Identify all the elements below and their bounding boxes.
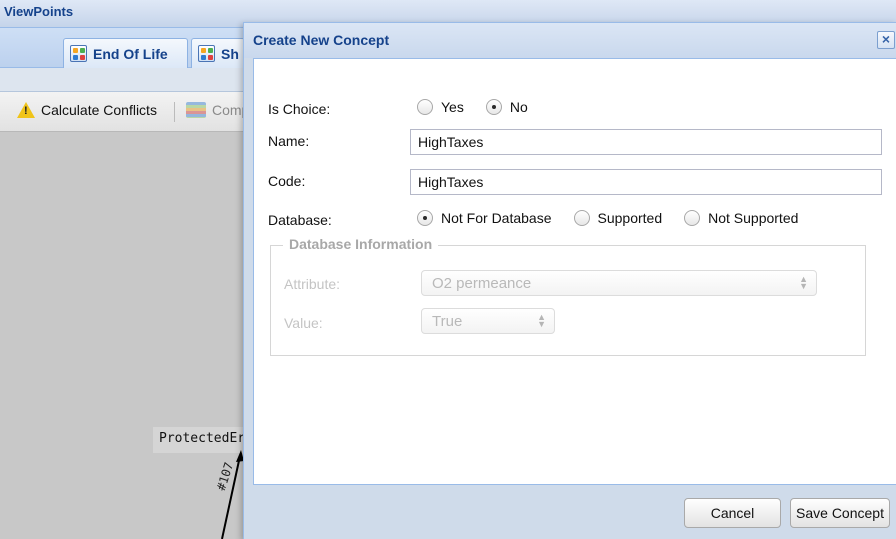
is-choice-label: Is Choice:	[268, 101, 331, 117]
close-icon[interactable]: ×	[877, 31, 895, 49]
panel-title: ViewPoints	[4, 4, 74, 19]
dialog-header[interactable]: Create New Concept ×	[244, 23, 896, 58]
name-label: Name:	[268, 133, 310, 149]
dialog-title: Create New Concept	[253, 32, 390, 48]
toolbar-separator	[174, 102, 175, 122]
value-label: Value:	[284, 315, 323, 331]
database-label: Database:	[268, 212, 332, 228]
not-for-database-radio[interactable]: Not For Database	[417, 210, 552, 226]
graph-edge	[221, 450, 244, 539]
radio-unchecked-icon	[684, 210, 701, 226]
save-concept-button[interactable]: Save Concept	[790, 498, 890, 528]
create-concept-dialog: Create New Concept × Is Choice: Yes No N…	[243, 22, 896, 539]
name-input[interactable]	[410, 129, 882, 155]
attribute-label: Attribute:	[284, 276, 341, 292]
dialog-body: Is Choice: Yes No Name: Code: Database: …	[253, 58, 896, 485]
is-choice-yes-radio[interactable]: Yes	[417, 99, 464, 115]
updown-arrows-icon: ▲ ▼	[537, 312, 546, 329]
radio-checked-icon	[485, 99, 502, 115]
tab-second[interactable]: Sh	[191, 38, 245, 68]
code-input[interactable]	[410, 169, 882, 195]
tab-label: End Of Life	[93, 45, 168, 62]
supported-radio[interactable]: Supported	[573, 210, 663, 226]
is-choice-no-radio[interactable]: No	[485, 99, 528, 115]
value-select-value: True	[432, 313, 463, 330]
compare-button[interactable]: Comp	[186, 102, 249, 118]
calculate-conflicts-label: Calculate Conflicts	[41, 102, 157, 118]
database-information-fieldset: Database Information Attribute: O2 perme…	[270, 236, 866, 356]
radio-checked-icon	[417, 210, 433, 226]
database-radio-group: Not For Database Supported Not Supported	[417, 210, 820, 226]
radio-label: Yes	[441, 99, 464, 115]
value-select[interactable]: True ▲ ▼	[421, 308, 555, 334]
radio-label: No	[509, 99, 528, 115]
radio-label: Not Supported	[708, 210, 799, 226]
code-label: Code:	[268, 173, 306, 189]
cancel-button[interactable]: Cancel	[684, 498, 781, 528]
database-information-legend: Database Information	[283, 236, 439, 252]
warning-icon	[17, 102, 35, 118]
attribute-select[interactable]: O2 permeance ▲ ▼	[421, 270, 817, 296]
radio-unchecked-icon	[417, 99, 433, 115]
radio-label: Supported	[597, 210, 663, 226]
is-choice-radio-group: Yes No	[417, 99, 550, 115]
tab-label: Sh	[221, 45, 239, 62]
grid-icon	[70, 45, 87, 62]
layers-icon	[186, 102, 206, 118]
calculate-conflicts-button[interactable]: Calculate Conflicts	[17, 102, 157, 118]
radio-label: Not For Database	[441, 210, 552, 226]
grid-icon	[198, 45, 215, 62]
tab-end-of-life[interactable]: End Of Life	[63, 38, 188, 68]
attribute-select-value: O2 permeance	[432, 275, 532, 292]
not-supported-radio[interactable]: Not Supported	[684, 210, 798, 226]
radio-unchecked-icon	[573, 210, 590, 226]
updown-arrows-icon: ▲ ▼	[799, 274, 808, 291]
